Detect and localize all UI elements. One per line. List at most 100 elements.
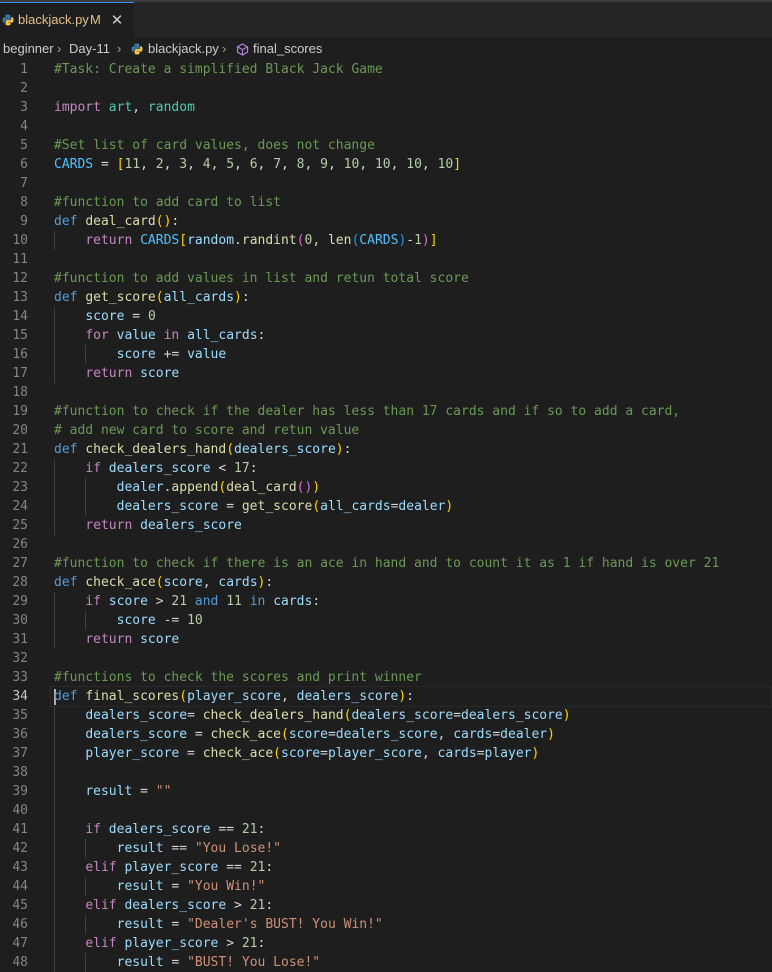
code-token: 10 — [187, 613, 203, 628]
code-token: = — [187, 708, 203, 723]
code-token: check_dealers_hand — [202, 708, 344, 723]
code-line[interactable]: 7 — [0, 174, 772, 193]
code-token: ) — [562, 708, 571, 723]
line-number: 7 — [20, 176, 28, 191]
breadcrumb-item-file[interactable]: blackjack.py — [148, 41, 219, 56]
line-code: # add new card to score and retun value — [54, 421, 359, 440]
breadcrumb-item-beginner[interactable]: beginner — [3, 41, 54, 56]
code-line[interactable]: 6 CARDS = [11, 2, 3, 4, 5, 6, 7, 8, 9, 10… — [0, 155, 772, 174]
code-line[interactable]: 12 #function to add values in list and re… — [0, 269, 772, 288]
code-line[interactable]: 3 import art, random — [0, 98, 772, 117]
code-line[interactable]: 20 # add new card to score and retun valu… — [0, 421, 772, 440]
code-line[interactable]: 1 #Task: Create a simplified Black Jack G… — [0, 60, 772, 79]
code-line[interactable]: 46 result = "Dealer's BUST! You Win!" — [0, 915, 772, 934]
code-token: = — [320, 746, 328, 761]
line-number: 27 — [12, 556, 28, 571]
code-line[interactable]: 16 score += value — [0, 345, 772, 364]
code-token: score — [281, 746, 321, 761]
breadcrumb-item-day-11[interactable]: Day-11 — [69, 41, 110, 56]
code-token: score — [140, 366, 180, 381]
code-token: dealer — [116, 480, 164, 495]
line-code: return CARDS[random.randint(0, len(CARDS… — [54, 231, 437, 250]
code-token: player_score — [327, 746, 422, 761]
code-token: import — [54, 100, 101, 115]
breadcrumb-item-final-scores[interactable]: final_scores — [253, 41, 322, 56]
editor-tab-blackjack[interactable]: blackjack.py M ✕ — [0, 2, 134, 38]
code-line[interactable]: 18 — [0, 383, 772, 402]
code-line[interactable]: 17 return score — [0, 364, 772, 383]
code-line[interactable]: 47 elif player_score > 21: — [0, 934, 772, 953]
line-code: for value in all_cards: — [54, 326, 265, 345]
code-token: return — [85, 233, 133, 248]
code-token: < — [210, 461, 235, 476]
code-line[interactable]: 34 def final_scores(player_score, dealers… — [0, 686, 772, 707]
code-line[interactable]: 45 elif dealers_score > 21: — [0, 896, 772, 915]
code-line[interactable]: 14 score = 0 — [0, 307, 772, 326]
code-token: dealer — [500, 727, 548, 742]
code-editor[interactable]: 1 #Task: Create a simplified Black Jack G… — [0, 60, 772, 972]
code-line[interactable]: 28 def check_ace(score, cards): — [0, 573, 772, 592]
code-line[interactable]: 19 #function to check if the dealer has l… — [0, 402, 772, 421]
code-line[interactable]: 29 if score > 21 and 11 in cards: — [0, 592, 772, 611]
code-line[interactable]: 39 result = "" — [0, 782, 772, 801]
code-line[interactable]: 40 — [0, 801, 772, 820]
code-line[interactable]: 27 #function to check if there is an ace … — [0, 554, 772, 573]
code-token: score — [163, 575, 203, 590]
code-token: = — [163, 879, 188, 894]
code-token: ) — [445, 499, 454, 514]
code-line[interactable]: 41 if dealers_score == 21: — [0, 820, 772, 839]
code-line[interactable]: 22 if dealers_score < 17: — [0, 459, 772, 478]
code-token: , — [421, 157, 438, 172]
code-token: CARDS — [140, 233, 180, 248]
code-line[interactable]: 2 — [0, 79, 772, 98]
code-token: CARDS — [359, 233, 399, 248]
code-line[interactable]: 13 def get_score(all_cards): — [0, 288, 772, 307]
code-line[interactable]: 48 result = "BUST! You Lose!" — [0, 953, 772, 972]
code-line[interactable]: 8 #function to add card to list — [0, 193, 772, 212]
code-line[interactable]: 26 — [0, 535, 772, 554]
indent-guide — [85, 345, 87, 364]
code-line[interactable]: 15 for value in all_cards: — [0, 326, 772, 345]
code-line[interactable]: 33 #functions to check the scores and pri… — [0, 668, 772, 687]
code-line[interactable]: 5 #Set list of card values, does not chan… — [0, 136, 772, 155]
line-number: 20 — [12, 423, 28, 438]
code-line[interactable]: 25 return dealers_score — [0, 516, 772, 535]
code-token: final_scores — [85, 689, 180, 704]
code-line[interactable]: 11 — [0, 250, 772, 269]
code-token: : — [265, 898, 274, 913]
code-line[interactable]: 23 dealer.append(deal_card()) — [0, 478, 772, 497]
code-line[interactable]: 24 dealers_score = get_score(all_cards=d… — [0, 497, 772, 516]
line-number: 28 — [12, 575, 28, 590]
line-code: #function to check if there is an ace in… — [54, 554, 719, 573]
code-line[interactable]: 43 elif player_score == 21: — [0, 858, 772, 877]
code-line[interactable]: 37 player_score = check_ace(score=player… — [0, 744, 772, 763]
code-line[interactable]: 35 dealers_score= check_dealers_hand(dea… — [0, 706, 772, 725]
code-line[interactable]: 38 — [0, 763, 772, 782]
code-token: #functions to check the scores and print… — [54, 670, 422, 685]
code-line[interactable]: 30 score -= 10 — [0, 611, 772, 630]
code-line[interactable]: 42 result == "You Lose!" — [0, 839, 772, 858]
code-token: check_ace — [202, 746, 274, 761]
code-line[interactable]: 10 return CARDS[random.randint(0, len(CA… — [0, 231, 772, 250]
code-line[interactable]: 21 def check_dealers_hand(dealers_score): — [0, 440, 772, 459]
code-line[interactable]: 9 def deal_card(): — [0, 212, 772, 231]
code-line[interactable]: 36 dealers_score = check_ace(score=deale… — [0, 725, 772, 744]
line-number: 36 — [12, 727, 28, 742]
chevron-right-icon: › — [222, 41, 227, 56]
code-token: = — [163, 917, 188, 932]
code-token: dealers_score — [335, 727, 438, 742]
code-token: = — [132, 784, 156, 799]
code-line[interactable]: 32 — [0, 649, 772, 668]
code-line[interactable]: 31 return score — [0, 630, 772, 649]
close-icon[interactable]: ✕ — [108, 10, 126, 30]
code-token: and — [194, 594, 219, 609]
line-code: score = 0 — [54, 307, 155, 326]
code-line[interactable]: 4 — [0, 117, 772, 136]
code-line[interactable]: 44 result = "You Win!" — [0, 877, 772, 896]
line-number: 22 — [12, 461, 28, 476]
